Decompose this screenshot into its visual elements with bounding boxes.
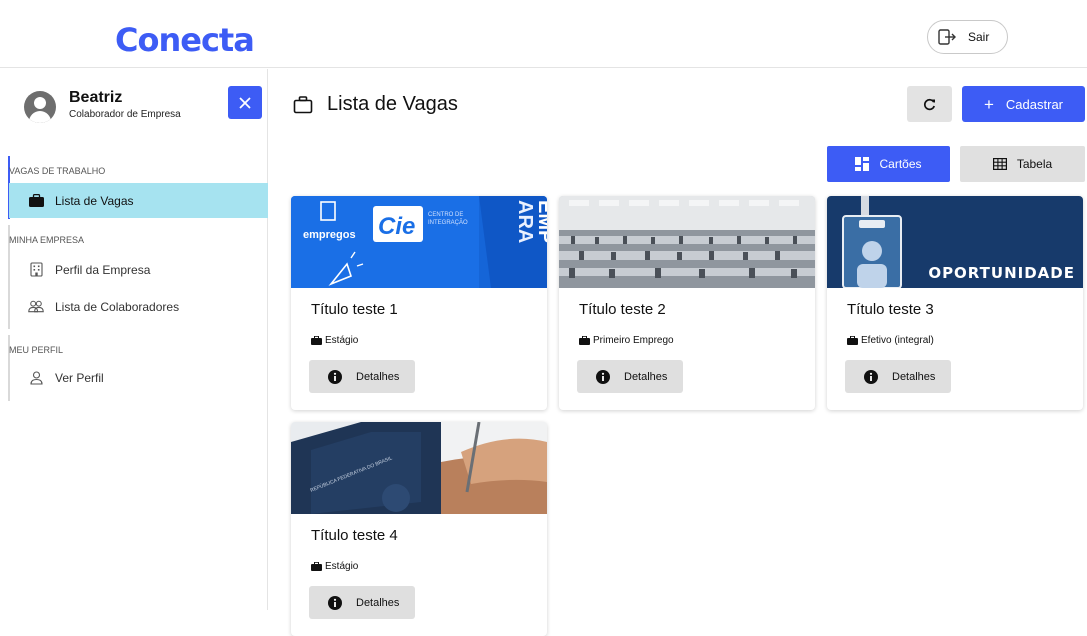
job-card: empregos Cie CENTRO DE INTEGRAÇÃO EMP AR… [291,196,547,410]
job-title: Título teste 4 [311,527,398,544]
job-card: OPORTUNIDADE Título teste 3 Efetivo (int… [827,196,1083,410]
svg-text:INTEGRAÇÃO: INTEGRAÇÃO [428,219,468,226]
grid-icon [855,157,870,171]
job-image: OPORTUNIDADE [827,196,1083,288]
sidebar-item-perfil-da-empresa[interactable]: Perfil da Empresa [9,252,268,287]
briefcase-outline-icon [293,95,313,113]
info-icon [328,595,342,610]
details-button[interactable]: Detalhes [577,360,683,393]
close-sidebar-button[interactable] [228,86,262,119]
details-label: Detalhes [624,370,668,383]
view-table-label: Tabela [1016,157,1053,171]
briefcase-icon [579,336,590,345]
job-type: Efetivo (integral) [847,335,934,346]
job-type: Estágio [311,561,358,572]
job-image: REPÚBLICA FEDERATIVA DO BRASIL [291,422,547,514]
section-label-vagas: VAGAS DE TRABALHO [9,166,106,176]
user-role: Colaborador de Empresa [69,109,181,120]
briefcase-icon [847,336,858,345]
sidebar-item-label: Perfil da Empresa [55,262,151,277]
details-label: Detalhes [892,370,936,383]
user-profile: Beatriz Colaborador de Empresa [24,89,181,123]
table-icon [992,158,1007,171]
sidebar-item-lista-de-colaboradores[interactable]: Lista de Colaboradores [9,289,268,324]
info-icon [596,369,610,384]
job-image [559,196,815,288]
job-type: Estágio [311,335,358,346]
details-label: Detalhes [356,370,400,383]
section-label-meu-perfil: MEU PERFIL [9,345,64,355]
briefcase-icon [311,562,322,571]
add-job-button[interactable]: + Cadastrar [962,86,1085,122]
details-button[interactable]: Detalhes [309,586,415,619]
job-card: REPÚBLICA FEDERATIVA DO BRASIL Título te… [291,422,547,636]
user-name: Beatriz [69,89,123,106]
sidebar-item-label: Lista de Colaboradores [55,299,180,314]
job-image-caption: OPORTUNIDADE [928,264,1075,282]
sidebar-item-lista-de-vagas[interactable]: Lista de Vagas [9,183,268,218]
sidebar-item-label: Ver Perfil [55,370,104,385]
top-header: Conecta Sair [0,0,1087,68]
briefcase-icon [311,336,322,345]
view-cards-label: Cartões [879,157,922,171]
job-type-label: Efetivo (integral) [861,335,934,346]
sidebar: Beatriz Colaborador de Empresa VAGAS DE … [0,69,268,610]
info-icon [328,369,342,384]
refresh-icon [923,98,936,110]
sidebar-item-ver-perfil[interactable]: Ver Perfil [9,360,268,395]
details-label: Detalhes [356,596,400,609]
page-title-text: Lista de Vagas [327,93,458,115]
job-title: Título teste 2 [579,301,666,318]
job-type-label: Estágio [325,335,359,346]
info-icon [864,369,878,384]
job-type-label: Primeiro Emprego [593,335,674,346]
job-title: Título teste 3 [847,301,934,318]
building-icon [28,262,44,278]
plus-icon: + [983,94,994,114]
users-icon [28,299,44,315]
briefcase-icon [28,193,44,209]
job-type: Primeiro Emprego [579,335,674,346]
svg-text:empregos: empregos [303,229,356,241]
page-title: Lista de Vagas [293,93,458,116]
avatar [24,91,56,123]
job-image: empregos Cie CENTRO DE INTEGRAÇÃO EMP AR… [291,196,547,288]
job-type-label: Estágio [325,561,359,572]
job-title: Título teste 1 [311,301,398,318]
logout-label: Sair [968,30,990,44]
logout-icon [938,29,956,45]
details-button[interactable]: Detalhes [845,360,951,393]
close-icon [239,96,251,109]
details-button[interactable]: Detalhes [309,360,415,393]
add-job-label: Cadastrar [1005,96,1063,112]
view-cards-button[interactable]: Cartões [827,146,950,182]
svg-text:Cie: Cie [378,213,415,240]
svg-text:CENTRO DE: CENTRO DE [428,212,463,218]
view-table-button[interactable]: Tabela [960,146,1085,182]
section-label-minha-empresa: MINHA EMPRESA [9,235,85,245]
sidebar-item-label: Lista de Vagas [55,193,134,208]
user-icon [28,370,44,386]
refresh-button[interactable] [907,86,952,122]
app-logo[interactable]: Conecta [115,20,255,60]
job-card: Título teste 2 Primeiro Emprego Detalhes [559,196,815,410]
logout-button[interactable]: Sair [927,20,1008,54]
svg-text:ARA: ARA [514,200,536,243]
